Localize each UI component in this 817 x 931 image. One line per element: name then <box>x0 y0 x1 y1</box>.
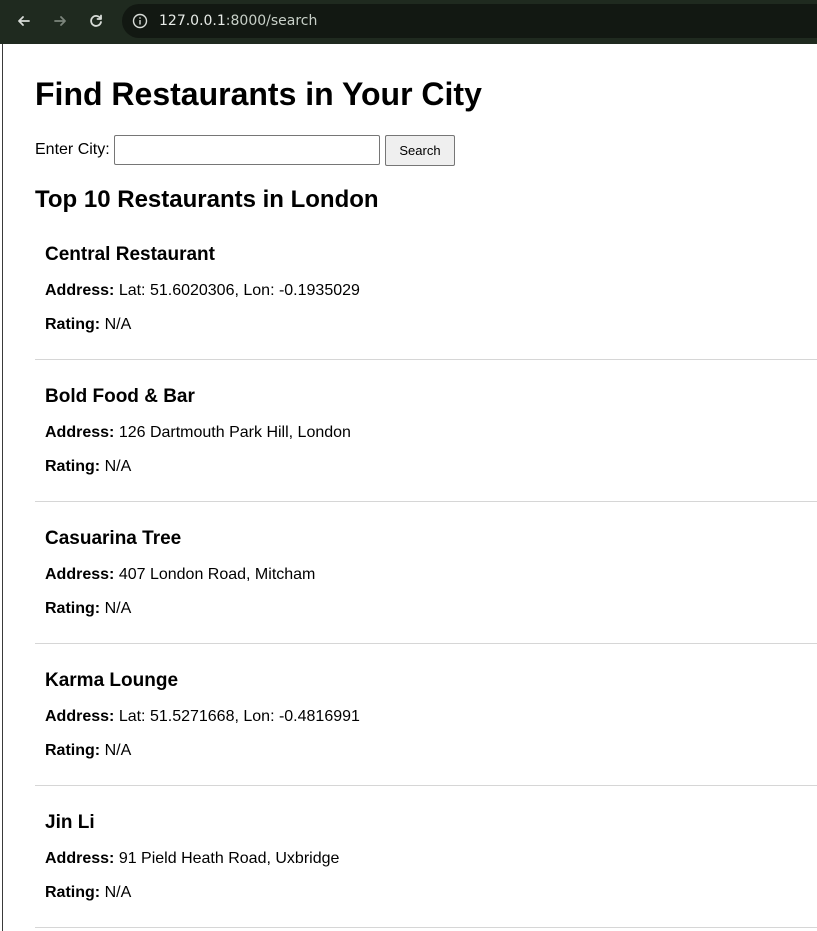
restaurant-rating: Rating: N/A <box>45 316 131 334</box>
address-label: Address: <box>45 708 115 725</box>
address-value: Lat: 51.6020306, Lon: -0.1935029 <box>118 282 360 299</box>
page-viewport: Find Restaurants in Your City Enter City… <box>2 44 817 931</box>
rating-value: N/A <box>104 600 132 617</box>
rating-value: N/A <box>104 742 132 759</box>
reload-button[interactable] <box>86 11 106 31</box>
rating-label: Rating: <box>45 742 101 759</box>
arrow-left-icon <box>18 16 30 26</box>
search-form: Enter City: Search <box>35 134 535 166</box>
search-button[interactable]: Search <box>385 135 455 166</box>
address-bar[interactable]: 127.0.0.1:8000/search <box>122 4 817 38</box>
city-label: Enter City: <box>35 141 110 158</box>
restaurant-name: Karma Lounge <box>45 670 179 691</box>
restaurant-address: Address: 126 Dartmouth Park Hill, London <box>45 424 351 442</box>
restaurant-name: Casuarina Tree <box>45 528 182 549</box>
rating-value: N/A <box>104 884 132 901</box>
address-label: Address: <box>45 424 115 441</box>
address-value: Lat: 51.5271668, Lon: -0.4816991 <box>118 708 360 725</box>
restaurant-rating: Rating: N/A <box>45 600 131 618</box>
reload-icon <box>90 14 102 27</box>
restaurant-address: Address: 407 London Road, Mitcham <box>45 566 315 584</box>
restaurant-rating: Rating: N/A <box>45 884 131 902</box>
page-title: Find Restaurants in Your City <box>35 76 482 112</box>
restaurant-rating: Rating: N/A <box>45 458 131 476</box>
address-label: Address: <box>45 850 115 867</box>
restaurant-address: Address: Lat: 51.5271668, Lon: -0.481699… <box>45 708 360 726</box>
address-label: Address: <box>45 566 115 583</box>
address-value: 407 London Road, Mitcham <box>118 566 316 583</box>
restaurant-name: Central Restaurant <box>45 244 215 265</box>
restaurant-name: Jin Li <box>45 812 95 833</box>
restaurant-item: Central Restaurant Address: Lat: 51.6020… <box>35 218 817 360</box>
info-icon[interactable] <box>132 13 148 29</box>
url-host: 127.0.0.1 <box>159 13 226 29</box>
rating-label: Rating: <box>45 316 101 333</box>
restaurant-name: Bold Food & Bar <box>45 386 195 407</box>
restaurant-rating: Rating: N/A <box>45 742 131 760</box>
restaurant-item: Karma Lounge Address: Lat: 51.5271668, L… <box>35 644 817 786</box>
arrow-right-icon <box>54 16 66 26</box>
restaurant-address: Address: 91 Pield Heath Road, Uxbridge <box>45 850 339 868</box>
back-button[interactable] <box>14 11 34 31</box>
results-heading: Top 10 Restaurants in London <box>35 186 379 213</box>
rating-label: Rating: <box>45 600 101 617</box>
rating-label: Rating: <box>45 458 101 475</box>
restaurant-list: Central Restaurant Address: Lat: 51.6020… <box>35 218 817 928</box>
restaurant-item: Jin Li Address: 91 Pield Heath Road, Uxb… <box>35 786 817 928</box>
address-value: 91 Pield Heath Road, Uxbridge <box>118 850 340 867</box>
address-label: Address: <box>45 282 115 299</box>
rating-value: N/A <box>104 458 132 475</box>
restaurant-address: Address: Lat: 51.6020306, Lon: -0.193502… <box>45 282 360 300</box>
rating-label: Rating: <box>45 884 101 901</box>
address-value: 126 Dartmouth Park Hill, London <box>118 424 351 441</box>
rating-value: N/A <box>104 316 132 333</box>
url-path: :8000/search <box>225 13 318 29</box>
restaurant-item: Casuarina Tree Address: 407 London Road,… <box>35 502 817 644</box>
forward-button[interactable] <box>50 11 70 31</box>
restaurant-item: Bold Food & Bar Address: 126 Dartmouth P… <box>35 360 817 502</box>
url-text: 127.0.0.1:8000/search <box>159 13 317 29</box>
browser-toolbar: 127.0.0.1:8000/search <box>0 0 817 44</box>
city-input[interactable] <box>114 135 380 165</box>
